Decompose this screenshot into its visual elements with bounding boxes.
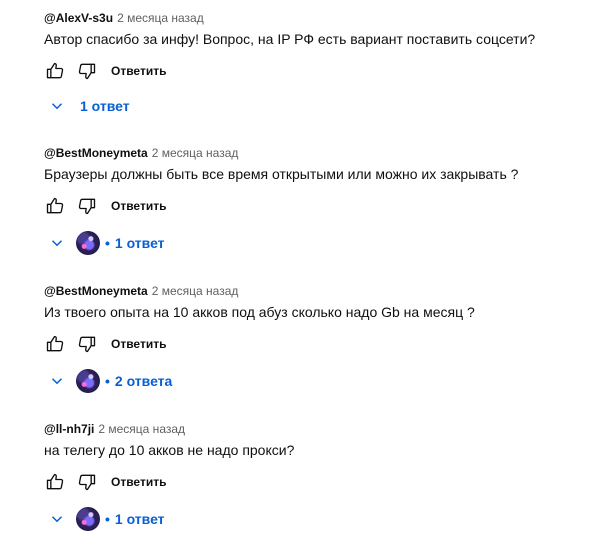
reply-author-avatar bbox=[76, 369, 100, 393]
chevron-down-icon bbox=[48, 372, 66, 390]
dislike-button[interactable] bbox=[73, 468, 101, 496]
like-button[interactable] bbox=[41, 330, 69, 358]
comment-text: Браузеры должны быть все время открытыми… bbox=[44, 166, 519, 182]
comment-actions: Ответить bbox=[41, 57, 166, 85]
like-button[interactable] bbox=[41, 468, 69, 496]
comment-date[interactable]: 2 месяца назад bbox=[98, 422, 185, 436]
comment-author[interactable]: @BestMoneymeta bbox=[44, 146, 148, 160]
replies-count: 2 ответа bbox=[114, 373, 173, 389]
chevron-down-icon bbox=[48, 97, 66, 115]
view-replies-button[interactable]: • 2 ответа bbox=[48, 367, 172, 395]
replies-count: 1 ответ bbox=[114, 235, 165, 251]
reply-button[interactable]: Ответить bbox=[111, 64, 166, 78]
comment-header: @BestMoneymeta 2 месяца назад bbox=[44, 145, 238, 161]
reply-author-avatar bbox=[76, 507, 100, 531]
reply-author-avatar bbox=[76, 231, 100, 255]
thumb-up-icon bbox=[46, 473, 64, 490]
thumb-up-icon bbox=[46, 335, 64, 352]
comment-text: на телегу до 10 акков не надо прокси? bbox=[44, 442, 295, 458]
chevron-down-icon bbox=[48, 234, 66, 252]
replies-count: 1 ответ bbox=[114, 511, 165, 527]
view-replies-button[interactable]: • 1 ответ bbox=[48, 505, 165, 533]
comment-text: Автор спасибо за инфу! Вопрос, на IP РФ … bbox=[44, 31, 536, 47]
separator-dot: • bbox=[105, 235, 110, 251]
dislike-button[interactable] bbox=[73, 330, 101, 358]
thumb-up-icon bbox=[46, 197, 64, 214]
thumb-down-icon bbox=[78, 63, 96, 80]
separator-dot: • bbox=[105, 511, 110, 527]
view-replies-button[interactable]: • 1 ответ bbox=[48, 229, 165, 257]
reply-button[interactable]: Ответить bbox=[111, 475, 166, 489]
comment-header: @ll-nh7ji 2 месяца назад bbox=[44, 421, 185, 437]
dislike-button[interactable] bbox=[73, 192, 101, 220]
thumb-up-icon bbox=[46, 62, 64, 79]
comment-author[interactable]: @ll-nh7ji bbox=[44, 422, 94, 436]
replies-count: 1 ответ bbox=[80, 98, 130, 114]
thumb-down-icon bbox=[78, 474, 96, 491]
view-replies-button[interactable]: 1 ответ bbox=[48, 92, 130, 120]
comment-date[interactable]: 2 месяца назад bbox=[152, 146, 239, 160]
dislike-button[interactable] bbox=[73, 57, 101, 85]
comment-text: Из твоего опыта на 10 акков под абуз ско… bbox=[44, 304, 475, 320]
like-button[interactable] bbox=[41, 57, 69, 85]
chevron-down-icon bbox=[48, 510, 66, 528]
comment-header: @AlexV-s3u 2 месяца назад bbox=[44, 10, 204, 26]
comment-actions: Ответить bbox=[41, 192, 166, 220]
thumb-down-icon bbox=[78, 198, 96, 215]
comment-author[interactable]: @AlexV-s3u bbox=[44, 11, 113, 25]
comment-header: @BestMoneymeta 2 месяца назад bbox=[44, 283, 238, 299]
like-button[interactable] bbox=[41, 192, 69, 220]
comment-author[interactable]: @BestMoneymeta bbox=[44, 284, 148, 298]
reply-button[interactable]: Ответить bbox=[111, 337, 166, 351]
comment-date[interactable]: 2 месяца назад bbox=[117, 11, 204, 25]
thumb-down-icon bbox=[78, 336, 96, 353]
comment-date[interactable]: 2 месяца назад bbox=[152, 284, 239, 298]
comment-actions: Ответить bbox=[41, 468, 166, 496]
reply-button[interactable]: Ответить bbox=[111, 199, 166, 213]
comment-actions: Ответить bbox=[41, 330, 166, 358]
separator-dot: • bbox=[105, 373, 110, 389]
